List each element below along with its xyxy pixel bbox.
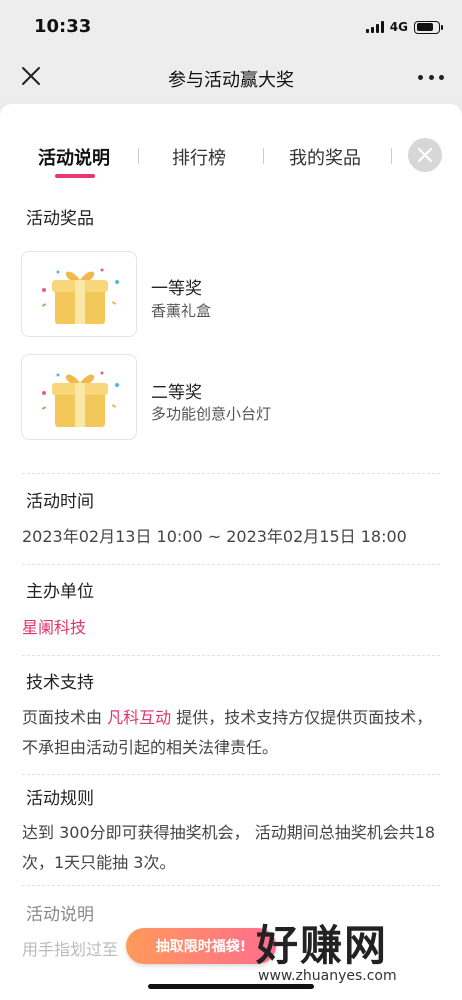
nav-bar: 参与活动赢大奖 <box>0 52 462 102</box>
tech-prefix: 页面技术由 <box>22 708 108 727</box>
network-label: 4G <box>389 20 408 34</box>
desc-section-title: 活动说明 <box>22 900 98 931</box>
tab-activity-info[interactable]: 活动说明 <box>38 144 110 170</box>
status-bar: 10:33 4G <box>0 0 462 52</box>
tab-bar: 活动说明 排行榜 我的奖品 <box>0 104 462 188</box>
status-time: 10:33 <box>34 16 92 37</box>
page-title: 参与活动赢大奖 <box>168 70 294 91</box>
close-panel-button[interactable] <box>408 138 442 172</box>
section-divider <box>22 564 440 565</box>
tab-my-prizes[interactable]: 我的奖品 <box>289 144 361 170</box>
activity-sheet: 活动说明 排行榜 我的奖品 活动奖品 一等奖 香薰礼盒 二等奖 多功能创意小台灯… <box>0 104 462 1000</box>
rules-text: 达到 300分即可获得抽奖机会， 活动期间总抽奖机会共18 次，1天只能抽 3次… <box>22 823 436 872</box>
close-icon <box>417 147 433 163</box>
time-section-title: 活动时间 <box>22 487 98 518</box>
activity-time: 2023年02月13日 10:00 ~ 2023年02月15日 18:00 <box>22 527 407 546</box>
watermark-logo: 好赚网 <box>256 921 389 970</box>
tab-divider <box>391 148 392 164</box>
prizes-section-title: 活动奖品 <box>22 204 98 235</box>
prize-name: 一等奖 <box>151 279 202 299</box>
watermark-url: www.zhuanyes.com <box>258 968 397 984</box>
tab-divider <box>138 148 139 164</box>
rules-section-title: 活动规则 <box>22 784 98 815</box>
status-indicators: 4G <box>365 20 443 34</box>
section-divider <box>22 655 440 656</box>
lucky-bag-banner[interactable]: 抽取限时福袋! <box>126 928 276 964</box>
section-divider <box>22 774 440 775</box>
prize-description: 多功能创意小台灯 <box>151 405 272 423</box>
tech-section-title: 技术支持 <box>22 668 98 699</box>
organizer-section-title: 主办单位 <box>22 577 98 608</box>
organizer-name: 星阑科技 <box>22 618 87 637</box>
tab-leaderboard[interactable]: 排行榜 <box>172 144 226 170</box>
watermark: 好赚网 www.zhuanyes.com <box>256 912 442 992</box>
gift-box-icon <box>41 371 119 427</box>
section-divider <box>22 885 440 886</box>
section-divider <box>22 473 440 474</box>
gift-box-icon <box>41 268 119 324</box>
prize-image-1 <box>21 251 137 337</box>
home-indicator[interactable] <box>148 984 314 989</box>
tech-support-text: 页面技术由 凡科互动 提供，技术支持方仅提供页面技术，不承担由活动引起的相关法律… <box>22 703 442 763</box>
tech-provider-link[interactable]: 凡科互动 <box>107 708 171 727</box>
tab-divider <box>263 148 264 164</box>
battery-icon <box>414 20 443 34</box>
signal-icon <box>365 21 384 33</box>
more-icon[interactable] <box>418 66 444 88</box>
prize-description: 香薰礼盒 <box>151 302 212 320</box>
prize-image-2 <box>21 354 137 440</box>
prize-name: 二等奖 <box>151 383 202 403</box>
active-tab-indicator <box>55 174 95 178</box>
